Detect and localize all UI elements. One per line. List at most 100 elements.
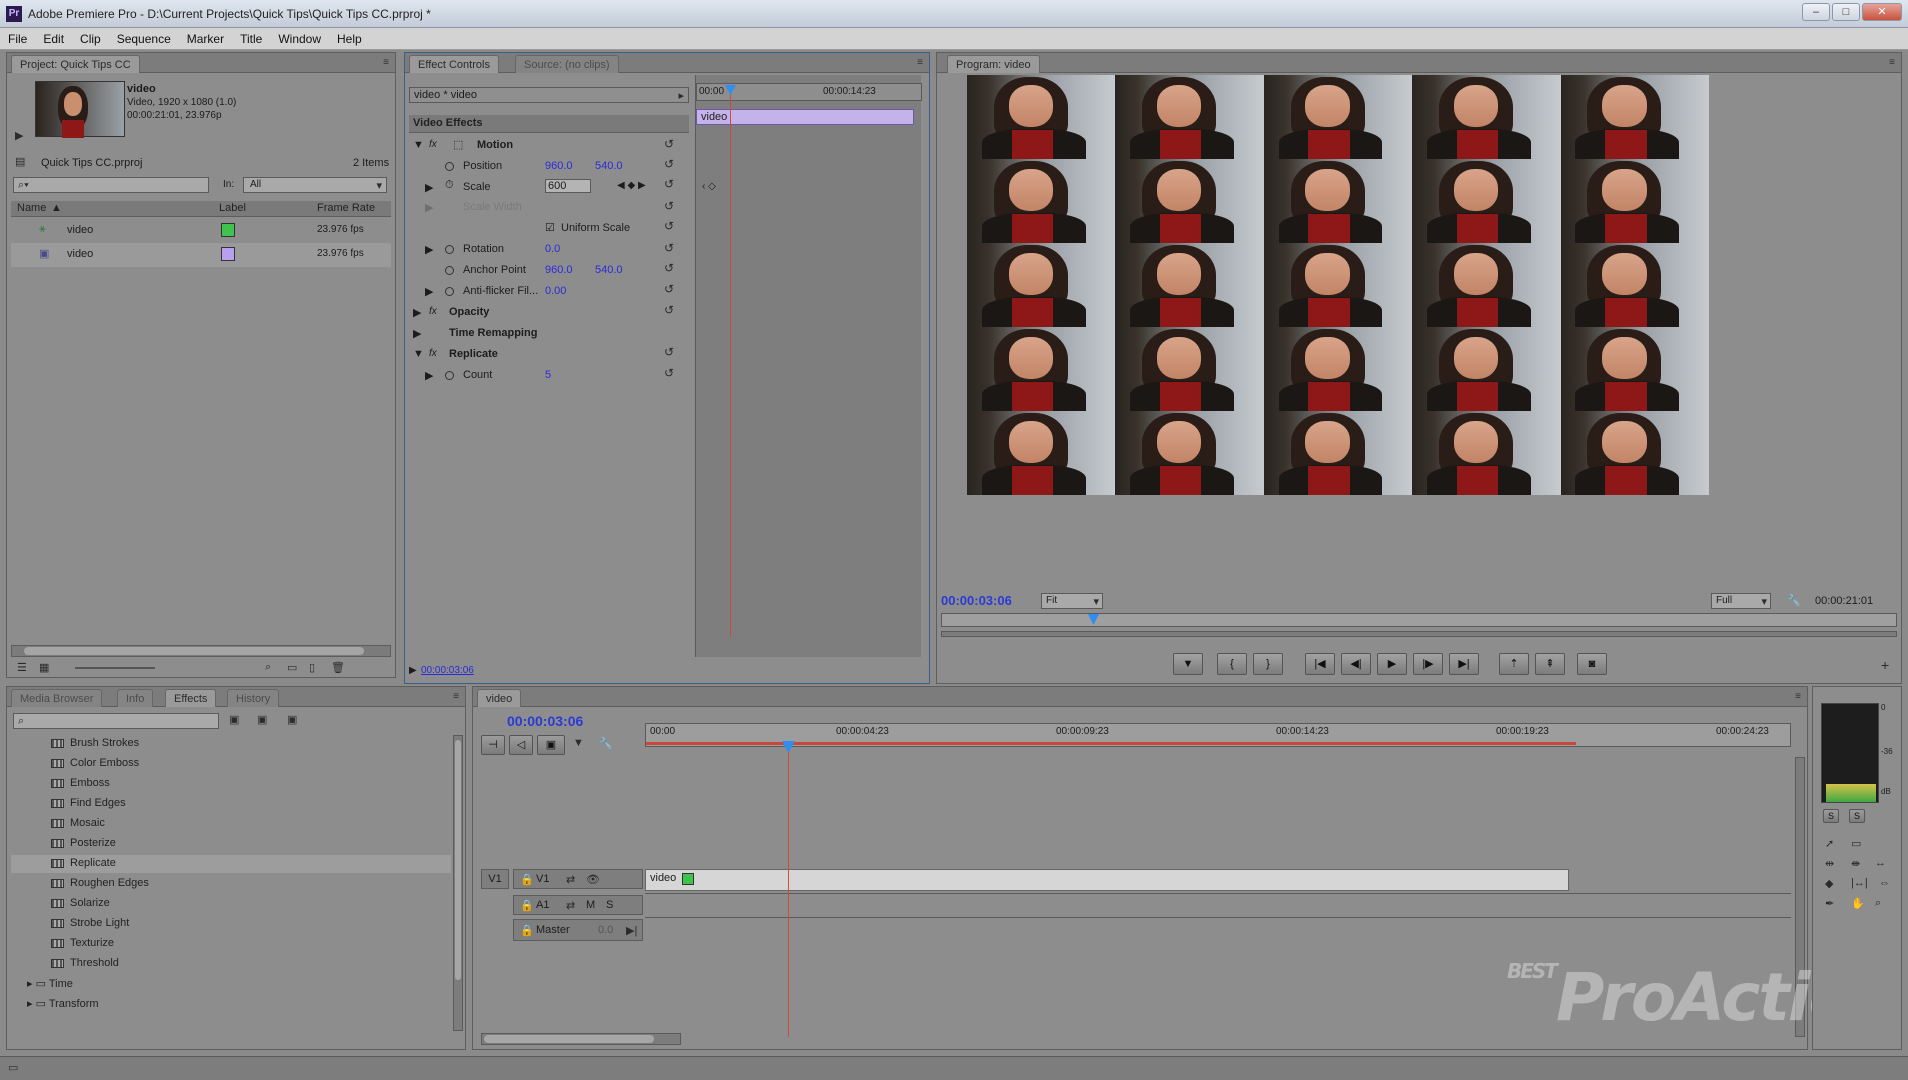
list-item[interactable]: Posterize xyxy=(51,837,116,849)
antiflicker-value[interactable]: 0.00 xyxy=(545,285,566,297)
stopwatch-icon[interactable] xyxy=(445,264,454,276)
program-video-frame[interactable] xyxy=(967,75,1709,495)
menu-clip[interactable]: Clip xyxy=(72,28,109,50)
rate-stretch-tool-icon[interactable]: ↔ xyxy=(1875,857,1886,869)
panel-menu-icon[interactable]: ≡ xyxy=(453,691,459,702)
antiflicker-twirl-icon[interactable]: ▶ xyxy=(425,285,433,298)
eye-icon[interactable]: 👁 xyxy=(586,873,600,886)
add-marker-button[interactable]: ▼ xyxy=(1173,653,1203,675)
close-button[interactable]: ✕ xyxy=(1862,3,1902,21)
tab-effect-controls[interactable]: Effect Controls xyxy=(409,55,499,73)
panel-menu-icon[interactable]: ≡ xyxy=(1795,691,1801,702)
list-item[interactable]: ▣ video 23.976 fps xyxy=(11,243,391,267)
export-frame-button[interactable]: ◙ xyxy=(1577,653,1607,675)
reset-icon[interactable]: ↺ xyxy=(664,241,674,255)
tab-info[interactable]: Info xyxy=(117,689,154,707)
scale-value-input[interactable]: 600 xyxy=(545,179,591,193)
slip-tool-icon[interactable]: |↔| xyxy=(1851,877,1868,889)
list-item[interactable]: Roughen Edges xyxy=(51,877,149,889)
effect-clip-bar[interactable]: video xyxy=(696,109,914,125)
program-playhead[interactable] xyxy=(1088,614,1099,625)
reset-icon[interactable]: ↺ xyxy=(664,177,674,191)
stopwatch-icon[interactable] xyxy=(445,160,454,172)
reset-icon[interactable]: ↺ xyxy=(664,137,674,151)
motion-transform-icon[interactable]: ⬚ xyxy=(453,138,463,151)
reset-icon[interactable]: ↺ xyxy=(664,199,674,213)
step-forward-button[interactable]: |▶ xyxy=(1413,653,1443,675)
reset-icon[interactable]: ↺ xyxy=(664,303,674,317)
timeline-timecode[interactable]: 00:00:03:06 xyxy=(507,713,583,729)
list-item[interactable]: Emboss xyxy=(51,777,110,789)
find-icon[interactable]: ⌕ xyxy=(265,661,271,674)
list-item[interactable]: Brush Strokes xyxy=(51,737,139,749)
snap-button[interactable]: ⊣ xyxy=(481,735,505,755)
wrench-icon[interactable]: 🔧 xyxy=(1787,594,1801,607)
col-label[interactable]: Label xyxy=(219,202,246,214)
list-item[interactable]: Color Emboss xyxy=(51,757,139,769)
count-twirl-icon[interactable]: ▶ xyxy=(425,369,433,382)
rotation-twirl-icon[interactable]: ▶ xyxy=(425,243,433,256)
tab-history[interactable]: History xyxy=(227,689,280,707)
anchor-y-value[interactable]: 540.0 xyxy=(595,264,623,276)
play-button[interactable]: ▶ xyxy=(1377,653,1407,675)
minimize-button[interactable]: – xyxy=(1802,3,1830,21)
fit-dropdown[interactable]: Fit ▾ xyxy=(1041,593,1103,609)
list-item[interactable]: ⚹ video 23.976 fps xyxy=(11,219,391,243)
marker-icon[interactable]: ▼ xyxy=(573,737,584,749)
add-marker-button[interactable]: ▣ xyxy=(537,735,565,755)
keyframe-icon[interactable]: ‹ ◇ xyxy=(702,181,716,192)
folder-item[interactable]: ▸ ▭ Transform xyxy=(27,997,99,1010)
solo-toggle[interactable]: S xyxy=(606,899,613,911)
tab-sequence[interactable]: video xyxy=(477,689,522,707)
new-item-icon[interactable]: ▯ xyxy=(309,661,315,674)
list-item[interactable]: Texturize xyxy=(51,937,114,949)
quality-dropdown[interactable]: Full ▾ xyxy=(1711,593,1771,609)
menu-sequence[interactable]: Sequence xyxy=(109,28,179,50)
label-swatch[interactable] xyxy=(221,247,235,261)
mute-toggle[interactable]: M xyxy=(586,899,595,911)
replicate-twirl-icon[interactable]: ▼ xyxy=(413,348,424,360)
status-icon[interactable]: ▭ xyxy=(8,1061,18,1074)
time-remap-twirl-icon[interactable]: ▶ xyxy=(413,327,421,340)
slide-tool-icon[interactable]: ⇔ xyxy=(1879,877,1890,889)
go-to-end-icon[interactable]: ▶| xyxy=(626,924,637,937)
reset-icon[interactable]: ↺ xyxy=(664,366,674,380)
menu-help[interactable]: Help xyxy=(329,28,370,50)
scale-twirl-icon[interactable]: ▶ xyxy=(425,181,433,194)
program-timecode[interactable]: 00:00:03:06 xyxy=(941,593,1012,608)
folder-item[interactable]: ▸ ▭ Time xyxy=(27,977,73,990)
lock-icon[interactable]: 🔒 xyxy=(520,899,534,912)
reset-icon[interactable]: ↺ xyxy=(664,282,674,296)
panel-menu-icon[interactable]: ≡ xyxy=(1889,57,1895,68)
master-volume[interactable]: 0.0 xyxy=(598,924,613,936)
add-button-icon[interactable]: + xyxy=(1881,657,1889,673)
label-swatch[interactable] xyxy=(221,223,235,237)
new-bin-icon[interactable]: ▭ xyxy=(287,661,297,674)
mark-in-button[interactable]: { xyxy=(1217,653,1247,675)
fx-badge-icon[interactable]: fx xyxy=(429,139,437,150)
zoom-tool-icon[interactable]: ⌕ xyxy=(1875,897,1881,910)
list-item[interactable]: Threshold xyxy=(51,957,119,969)
list-item[interactable]: Solarize xyxy=(51,897,110,909)
menu-file[interactable]: File xyxy=(0,28,35,50)
count-value[interactable]: 5 xyxy=(545,369,551,381)
lock-icon[interactable]: 🔒 xyxy=(520,924,534,937)
fx-badge-icon[interactable]: fx xyxy=(429,306,437,317)
effects-scrollbar[interactable] xyxy=(453,735,463,1031)
reset-icon[interactable]: ↺ xyxy=(664,261,674,275)
play-thumbnail-icon[interactable]: ▶ xyxy=(15,129,23,142)
stopwatch-icon[interactable] xyxy=(445,243,454,255)
tab-project[interactable]: Project: Quick Tips CC xyxy=(11,55,140,73)
tab-media-browser[interactable]: Media Browser xyxy=(11,689,103,707)
fx-badge-icon[interactable]: fx xyxy=(429,348,437,359)
stopwatch-active-icon[interactable]: ⏱ xyxy=(445,179,454,192)
in-dropdown[interactable]: All ▾ xyxy=(243,177,387,193)
tab-program[interactable]: Program: video xyxy=(947,55,1040,73)
accelerated-effects-icon[interactable]: ▣ xyxy=(229,713,239,726)
go-to-in-button[interactable]: |◀ xyxy=(1305,653,1335,675)
32bit-effects-icon[interactable]: ▣ xyxy=(257,713,267,726)
list-view-icon[interactable]: ☰ xyxy=(17,661,27,674)
uniform-scale-checkbox[interactable]: ☑ xyxy=(545,221,555,234)
position-y-value[interactable]: 540.0 xyxy=(595,160,623,172)
scrollbar-thumb[interactable] xyxy=(24,647,364,655)
